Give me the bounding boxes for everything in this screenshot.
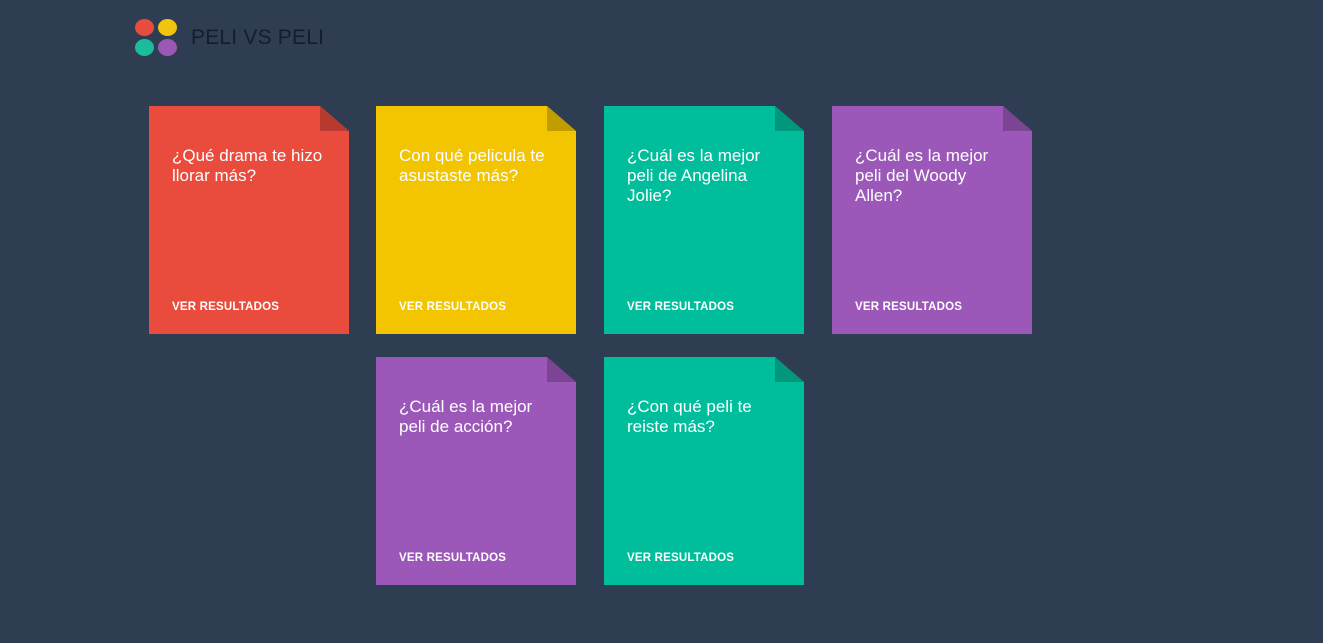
poll-card-woody-allen[interactable]: ¿Cuál es la mejor peli del Woody Allen? …: [832, 106, 1032, 334]
card-question: ¿Qué drama te hizo llorar más?: [172, 146, 323, 185]
app: PELI VS PELI ¿Qué drama te hizo llorar m…: [0, 0, 1323, 643]
folded-corner: [547, 106, 576, 131]
logo-dots-icon: [135, 19, 179, 57]
card-question: ¿Con qué peli te reiste más?: [627, 397, 752, 436]
card-question: ¿Cuál es la mejor peli de Angelina Jolie…: [627, 146, 761, 205]
card-question: ¿Cuál es la mejor peli del Woody Allen?: [855, 146, 989, 205]
folded-corner: [547, 357, 576, 382]
folded-corner: [775, 357, 804, 382]
card-question: ¿Cuál es la mejor peli de acción?: [399, 397, 533, 436]
poll-card-drama[interactable]: ¿Qué drama te hizo llorar más? VER RESUL…: [149, 106, 349, 334]
site-title: PELI VS PELI: [191, 26, 325, 49]
folded-corner: [320, 106, 349, 131]
logo-dot-green: [135, 39, 154, 56]
view-results-link[interactable]: VER RESULTADOS: [399, 301, 506, 313]
view-results-link[interactable]: VER RESULTADOS: [855, 301, 962, 313]
poll-card-angelina-jolie[interactable]: ¿Cuál es la mejor peli de Angelina Jolie…: [604, 106, 804, 334]
folded-corner: [775, 106, 804, 131]
view-results-link[interactable]: VER RESULTADOS: [172, 301, 279, 313]
logo-dot-purple: [158, 39, 177, 56]
logo-dot-yellow: [158, 19, 177, 36]
view-results-link[interactable]: VER RESULTADOS: [627, 552, 734, 564]
home-logo-link[interactable]: PELI VS PELI: [135, 19, 324, 57]
poll-card-terror[interactable]: Con qué pelicula te asustaste más? VER R…: [376, 106, 576, 334]
poll-card-accion[interactable]: ¿Cuál es la mejor peli de acción? VER RE…: [376, 357, 576, 585]
logo-dot-red: [135, 19, 154, 36]
poll-card-comedia[interactable]: ¿Con qué peli te reiste más? VER RESULTA…: [604, 357, 804, 585]
view-results-link[interactable]: VER RESULTADOS: [399, 552, 506, 564]
card-question: Con qué pelicula te asustaste más?: [399, 146, 545, 185]
view-results-link[interactable]: VER RESULTADOS: [627, 301, 734, 313]
folded-corner: [1003, 106, 1032, 131]
